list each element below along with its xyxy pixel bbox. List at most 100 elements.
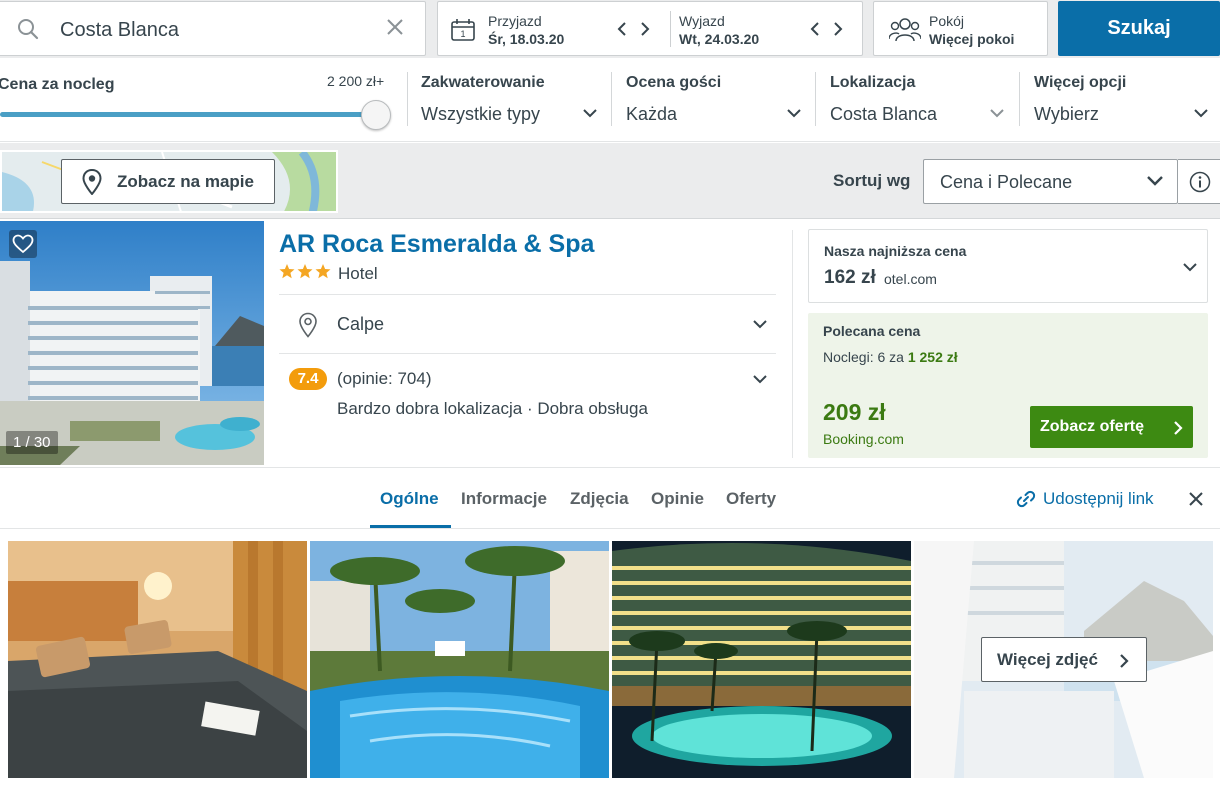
- checkin-label: Przyjazd: [488, 13, 542, 29]
- featured-nights-prefix: Noclegi: 6 za: [823, 349, 904, 365]
- photo-pool[interactable]: [310, 541, 609, 778]
- star-icon: [297, 264, 313, 279]
- chevron-down-icon: [1194, 109, 1208, 118]
- featured-nights-total: 1 252 zł: [907, 349, 958, 365]
- hotel-photo-image: [0, 221, 264, 465]
- featured-nights: Noclegi: 6 za 1 252 zł: [823, 349, 958, 365]
- lowest-price-box[interactable]: Nasza najniższa cena 162 zł otel.com: [808, 229, 1208, 303]
- checkin-value[interactable]: Śr, 18.03.20: [488, 31, 564, 47]
- chevron-down-icon: [583, 109, 597, 118]
- checkin-prev-icon[interactable]: [616, 21, 628, 37]
- view-offer-button[interactable]: Zobacz ofertę: [1030, 406, 1193, 448]
- location-filter-value[interactable]: Costa Blanca: [830, 104, 937, 125]
- location-filter-title: Lokalizacja: [830, 74, 916, 91]
- chevron-down-icon: [1147, 176, 1163, 186]
- more-options-filter[interactable]: Więcej opcji Wybierz: [1034, 74, 1210, 124]
- sort-info-button[interactable]: [1178, 159, 1220, 204]
- price-slider-handle[interactable]: [361, 100, 391, 130]
- active-tab-indicator: [370, 525, 451, 528]
- chevron-down-icon[interactable]: [753, 319, 767, 329]
- room-label: Pokój: [929, 13, 965, 29]
- more-photos-label: Więcej zdjęć: [997, 650, 1098, 669]
- tab-general[interactable]: Ogólne: [380, 489, 439, 509]
- photo-night[interactable]: [612, 541, 911, 778]
- tab-photos[interactable]: Zdjęcia: [570, 489, 629, 509]
- checkout-next-icon[interactable]: [832, 21, 844, 37]
- more-options-filter-title: Więcej opcji: [1034, 74, 1127, 91]
- link-icon[interactable]: [1016, 490, 1036, 508]
- chevron-down-icon[interactable]: [753, 374, 767, 384]
- search-button[interactable]: Szukaj: [1058, 1, 1220, 56]
- hotel-name[interactable]: AR Roca Esmeralda & Spa: [279, 230, 594, 259]
- divider: [279, 353, 776, 354]
- review-summary: Bardzo dobra lokalizacja · Dobra obsługa: [337, 399, 648, 418]
- destination-value[interactable]: Costa Blanca: [60, 19, 179, 42]
- checkout-prev-icon[interactable]: [809, 21, 821, 37]
- search-icon: [18, 19, 39, 40]
- photo-room[interactable]: [8, 541, 307, 778]
- hotel-main-photo[interactable]: [0, 221, 264, 465]
- accommodation-filter-title: Zakwaterowanie: [421, 74, 545, 91]
- date-picker[interactable]: 1 Przyjazd Śr, 18.03.20 Wyjazd Wt, 24.03…: [437, 1, 863, 56]
- sort-select[interactable]: Cena i Polecane: [923, 159, 1178, 204]
- card-divider: [792, 230, 793, 458]
- image-counter: 1 / 30: [6, 431, 58, 454]
- view-map-label: Zobacz na mapie: [117, 172, 254, 191]
- lowest-price-value: 162 zł: [824, 267, 876, 288]
- hotel-location[interactable]: Calpe: [337, 314, 384, 335]
- filter-divider: [1019, 72, 1020, 126]
- share-link[interactable]: Udostępnij link: [1043, 489, 1154, 509]
- view-offer-label: Zobacz ofertę: [1040, 418, 1145, 435]
- guest-rating-filter-value[interactable]: Każda: [626, 104, 677, 125]
- destination-search-field[interactable]: Costa Blanca: [0, 1, 426, 56]
- accommodation-filter[interactable]: Zakwaterowanie Wszystkie typy: [421, 74, 597, 124]
- checkout-label: Wyjazd: [679, 13, 725, 29]
- hotel-type: Hotel: [338, 264, 378, 283]
- tab-information[interactable]: Informacje: [461, 489, 547, 509]
- checkout-value[interactable]: Wt, 24.03.20: [679, 31, 759, 47]
- star-icon: [315, 264, 331, 279]
- featured-price-value: 209 zł: [823, 399, 886, 425]
- price-max-value: 2 200 zł+: [327, 73, 385, 89]
- close-icon[interactable]: [1189, 492, 1203, 506]
- more-options-filter-value[interactable]: Wybierz: [1034, 104, 1099, 125]
- sort-label: Sortuj wg: [833, 171, 911, 190]
- rating-badge: 7.4: [289, 368, 327, 390]
- date-divider: [670, 11, 671, 47]
- heart-icon: [12, 234, 34, 254]
- star-icon: [279, 264, 295, 279]
- guests-icon: [889, 18, 921, 42]
- lowest-price-title: Nasza najniższa cena: [824, 243, 967, 259]
- guest-rating-filter-title: Ocena gości: [626, 74, 722, 91]
- svg-text:1: 1: [460, 29, 465, 39]
- favorite-button[interactable]: [9, 230, 37, 258]
- filter-divider: [815, 72, 816, 126]
- tab-offers[interactable]: Oferty: [726, 489, 776, 509]
- room-value: Więcej pokoi: [929, 31, 1015, 47]
- chevron-right-icon: [1174, 421, 1183, 435]
- lowest-price-provider: otel.com: [884, 271, 937, 287]
- info-icon: [1189, 171, 1211, 193]
- price-filter-label: Cena za nocleg: [0, 76, 115, 93]
- location-filter[interactable]: Lokalizacja Costa Blanca: [830, 74, 1006, 124]
- view-map-button[interactable]: Zobacz na mapie: [61, 159, 275, 204]
- more-photos-button[interactable]: Więcej zdjęć: [981, 637, 1147, 682]
- clear-icon[interactable]: [386, 18, 404, 36]
- chevron-down-icon: [990, 109, 1004, 118]
- guest-rating-filter[interactable]: Ocena gości Każda: [626, 74, 802, 124]
- room-selector[interactable]: Pokój Więcej pokoi: [873, 1, 1048, 56]
- checkin-next-icon[interactable]: [639, 21, 651, 37]
- hotel-stars: [279, 264, 331, 279]
- photo-night-image: [612, 541, 911, 778]
- tab-reviews[interactable]: Opinie: [651, 489, 704, 509]
- photo-room-image: [8, 541, 307, 778]
- chevron-down-icon: [1183, 263, 1197, 272]
- review-count[interactable]: (opinie: 704): [337, 369, 432, 389]
- map-pin-icon: [82, 169, 102, 195]
- chevron-down-icon: [787, 109, 801, 118]
- price-slider-track[interactable]: [0, 112, 376, 117]
- photo-pool-image: [310, 541, 609, 778]
- filter-divider: [611, 72, 612, 126]
- accommodation-filter-value[interactable]: Wszystkie typy: [421, 104, 540, 125]
- divider: [279, 294, 776, 295]
